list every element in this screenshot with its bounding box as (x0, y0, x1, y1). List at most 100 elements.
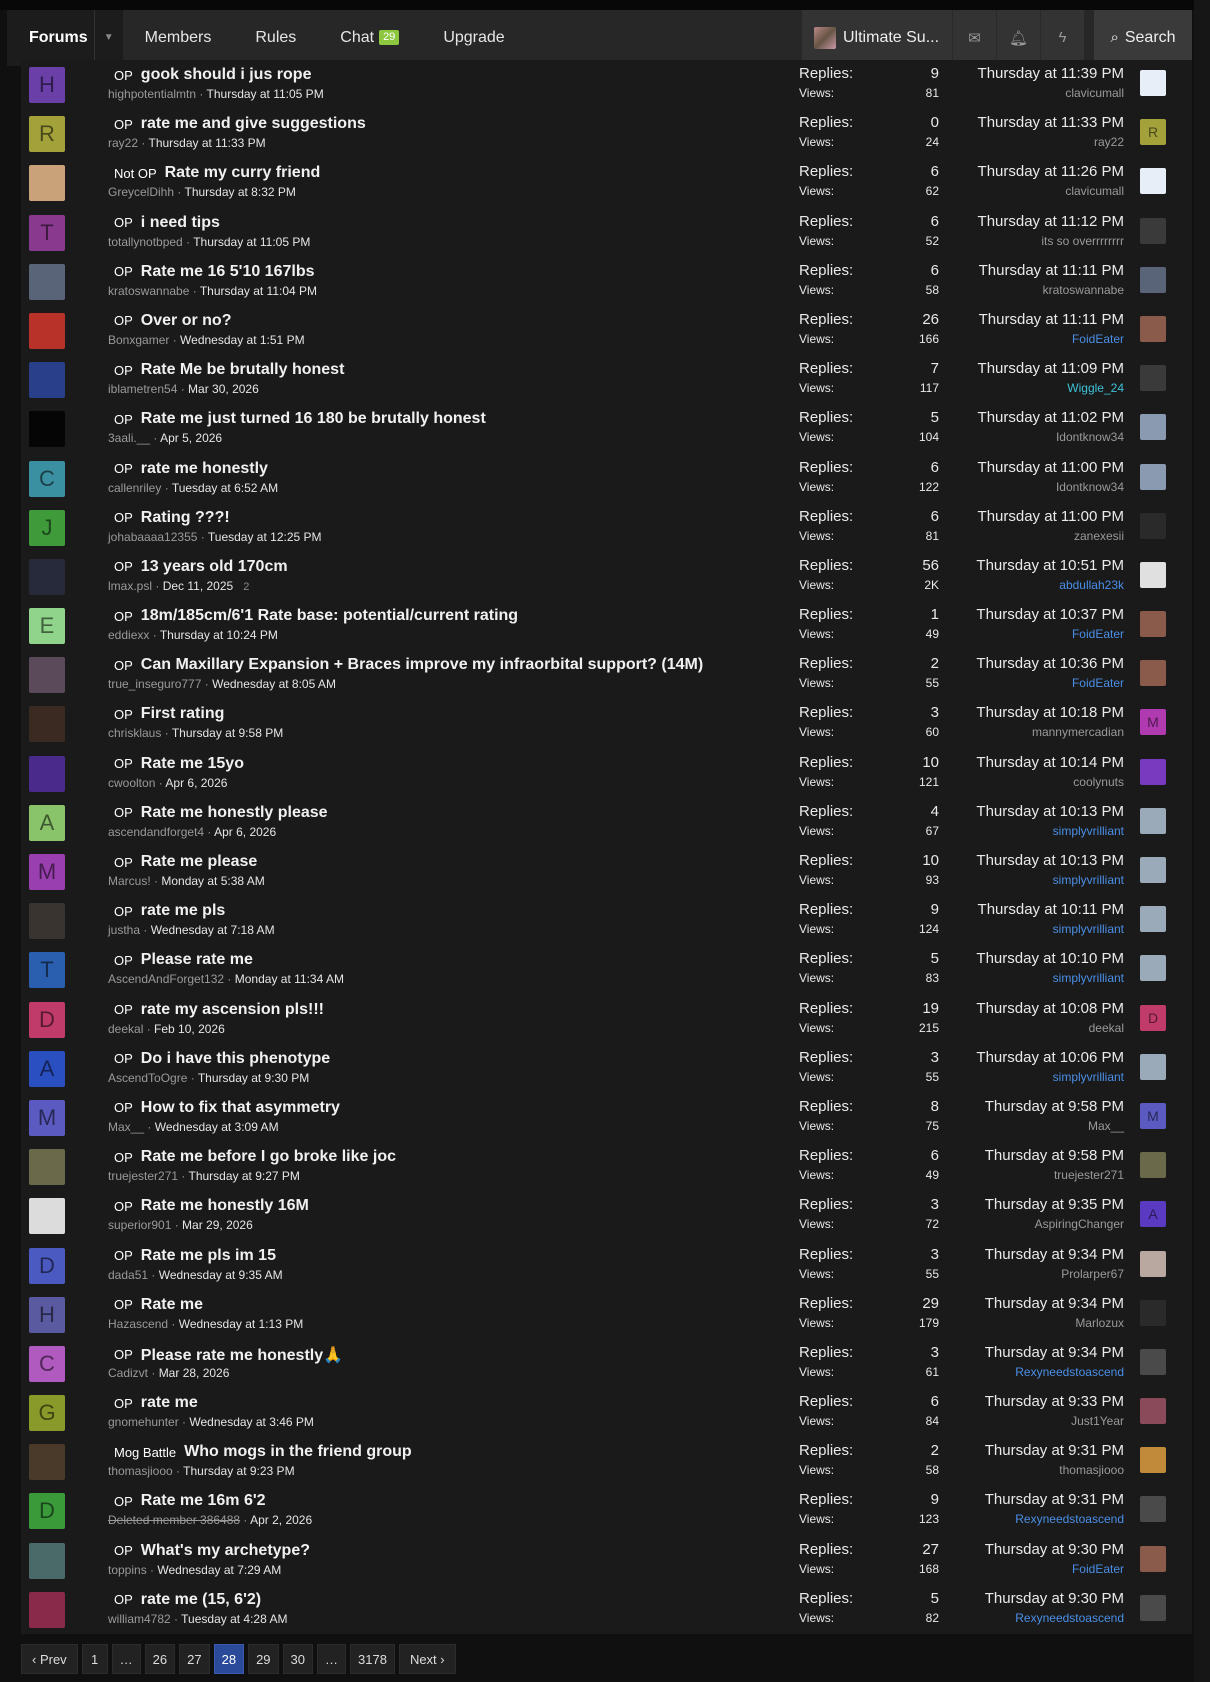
thread-author[interactable]: callenriley (108, 481, 161, 495)
thread-title[interactable]: Rate me 16 5'10 167lbs (141, 263, 315, 281)
last-poster-avatar[interactable]: M (1140, 709, 1166, 736)
thread-prefix[interactable]: OP (114, 215, 133, 230)
last-post-user[interactable]: zanexesii (978, 529, 1124, 543)
thread-start-date[interactable]: Thursday at 11:33 PM (148, 136, 265, 150)
last-post-user[interactable]: abdullah23k (976, 578, 1124, 592)
avatar[interactable]: G (29, 1395, 65, 1432)
last-poster-avatar[interactable] (1140, 70, 1166, 96)
thread-start-date[interactable]: Thursday at 10:24 PM (160, 628, 278, 642)
thread-title[interactable]: Rate me please (141, 853, 258, 871)
thread-prefix[interactable]: Mog Battle (114, 1445, 176, 1460)
thread-prefix[interactable]: OP (114, 1297, 133, 1312)
avatar[interactable] (29, 706, 65, 743)
thread-author[interactable]: Deleted member 386488 (108, 1513, 240, 1527)
thread-prefix[interactable]: OP (114, 1150, 133, 1165)
thread-title[interactable]: rate me (15, 6'2) (141, 1591, 261, 1609)
thread-author[interactable]: totallynotbped (108, 235, 183, 249)
thread-start-date[interactable]: Mar 29, 2026 (182, 1218, 253, 1232)
thread-author[interactable]: cwoolton (108, 776, 155, 790)
last-post-user[interactable]: simplyvrilliant (976, 1070, 1124, 1084)
avatar[interactable]: T (29, 952, 65, 989)
thread-title[interactable]: gook should i jus rope (141, 66, 312, 84)
last-poster-avatar[interactable]: R (1140, 119, 1166, 146)
last-poster-avatar[interactable] (1140, 857, 1166, 883)
last-poster-avatar[interactable] (1140, 1299, 1166, 1326)
page-button[interactable]: 27 (179, 1644, 210, 1674)
thread-author[interactable]: Max__ (108, 1120, 144, 1134)
nav-upgrade[interactable]: Upgrade (421, 10, 526, 66)
last-post-time[interactable]: Thursday at 10:08 PM (976, 1000, 1124, 1017)
avatar[interactable] (29, 165, 65, 202)
thread-prefix[interactable]: OP (114, 1543, 133, 1558)
thread-author[interactable]: justha (108, 923, 140, 937)
last-poster-avatar[interactable] (1140, 611, 1166, 638)
avatar[interactable] (29, 558, 65, 595)
thread-start-date[interactable]: Thursday at 11:05 PM (207, 87, 324, 101)
last-post-time[interactable]: Thursday at 9:30 PM (985, 1590, 1124, 1607)
avatar[interactable] (29, 411, 65, 448)
thread-title[interactable]: How to fix that asymmetry (141, 1099, 340, 1117)
last-post-time[interactable]: Thursday at 9:31 PM (985, 1491, 1124, 1508)
thread-title[interactable]: rate me honestly (141, 460, 268, 478)
thread-prefix[interactable]: OP (114, 707, 133, 722)
last-post-user[interactable]: Idontknow34 (978, 430, 1124, 444)
thread-prefix[interactable]: OP (114, 1347, 133, 1362)
avatar[interactable] (29, 362, 65, 399)
thread-start-date[interactable]: Wednesday at 1:51 PM (180, 333, 305, 347)
last-poster-avatar[interactable] (1140, 1545, 1166, 1572)
thread-prefix[interactable]: OP (114, 1100, 133, 1115)
avatar[interactable]: C (29, 1345, 65, 1382)
last-post-time[interactable]: Thursday at 9:30 PM (985, 1541, 1124, 1558)
avatar[interactable]: D (29, 1001, 65, 1038)
thread-author[interactable]: highpotentialmtn (108, 87, 196, 101)
last-poster-avatar[interactable] (1140, 463, 1166, 490)
avatar[interactable] (29, 312, 65, 349)
last-post-time[interactable]: Thursday at 9:34 PM (985, 1344, 1124, 1361)
last-post-time[interactable]: Thursday at 9:58 PM (985, 1098, 1124, 1115)
nav-rules[interactable]: Rules (233, 10, 318, 66)
thread-prefix[interactable]: OP (114, 313, 133, 328)
thread-author[interactable]: william4782 (108, 1612, 171, 1626)
thread-author[interactable]: thomasjiooo (108, 1464, 173, 1478)
thread-title[interactable]: Rate me pls im 15 (141, 1247, 276, 1265)
page-ellipsis[interactable]: … (317, 1644, 347, 1674)
last-post-user[interactable]: Rexyneedstoascend (985, 1512, 1124, 1526)
thread-prefix[interactable]: OP (114, 855, 133, 870)
thread-author[interactable]: gnomehunter (108, 1415, 179, 1429)
thread-title[interactable]: Rate my curry friend (165, 164, 321, 182)
nav-members[interactable]: Members (123, 10, 234, 66)
last-post-user[interactable]: mannymercadian (976, 725, 1124, 739)
last-post-user[interactable]: ray22 (978, 135, 1124, 149)
avatar[interactable]: E (29, 608, 65, 645)
thread-author[interactable]: Cadizvt (108, 1366, 148, 1380)
thread-start-date[interactable]: Wednesday at 3:46 PM (189, 1415, 314, 1429)
last-post-user[interactable]: Rexyneedstoascend (985, 1611, 1124, 1625)
last-post-time[interactable]: Thursday at 11:26 PM (978, 163, 1124, 180)
thread-prefix[interactable]: OP (114, 1051, 133, 1066)
thread-start-date[interactable]: Wednesday at 9:35 AM (159, 1268, 283, 1282)
avatar[interactable]: M (29, 854, 65, 890)
last-post-time[interactable]: Thursday at 9:33 PM (985, 1393, 1124, 1410)
last-poster-avatar[interactable] (1140, 1496, 1166, 1523)
thread-prefix[interactable]: OP (114, 461, 133, 476)
page-button[interactable]: 3178 (350, 1644, 395, 1674)
thread-title[interactable]: 13 years old 170cm (141, 558, 288, 576)
avatar[interactable]: H (29, 1296, 65, 1333)
avatar[interactable] (29, 1198, 65, 1235)
last-poster-avatar[interactable] (1140, 1594, 1166, 1621)
avatar[interactable] (29, 1444, 65, 1481)
last-post-time[interactable]: Thursday at 11:00 PM (978, 508, 1124, 525)
thread-prefix[interactable]: OP (114, 1396, 133, 1411)
thread-author[interactable]: GreycelDihh (108, 185, 174, 199)
last-post-time[interactable]: Thursday at 10:06 PM (976, 1049, 1124, 1066)
thread-prefix[interactable]: OP (114, 904, 133, 919)
last-post-user[interactable]: deekal (976, 1021, 1124, 1035)
thread-title[interactable]: Rate me (141, 1296, 203, 1314)
avatar[interactable] (29, 657, 65, 694)
avatar[interactable]: M (29, 1099, 65, 1136)
last-post-time[interactable]: Thursday at 10:14 PM (976, 754, 1124, 771)
last-post-time[interactable]: Thursday at 9:35 PM (985, 1196, 1124, 1213)
last-post-time[interactable]: Thursday at 9:58 PM (985, 1147, 1124, 1164)
thread-start-date[interactable]: Apr 5, 2026 (160, 431, 222, 445)
thread-title[interactable]: Rate me 15yo (141, 755, 244, 773)
